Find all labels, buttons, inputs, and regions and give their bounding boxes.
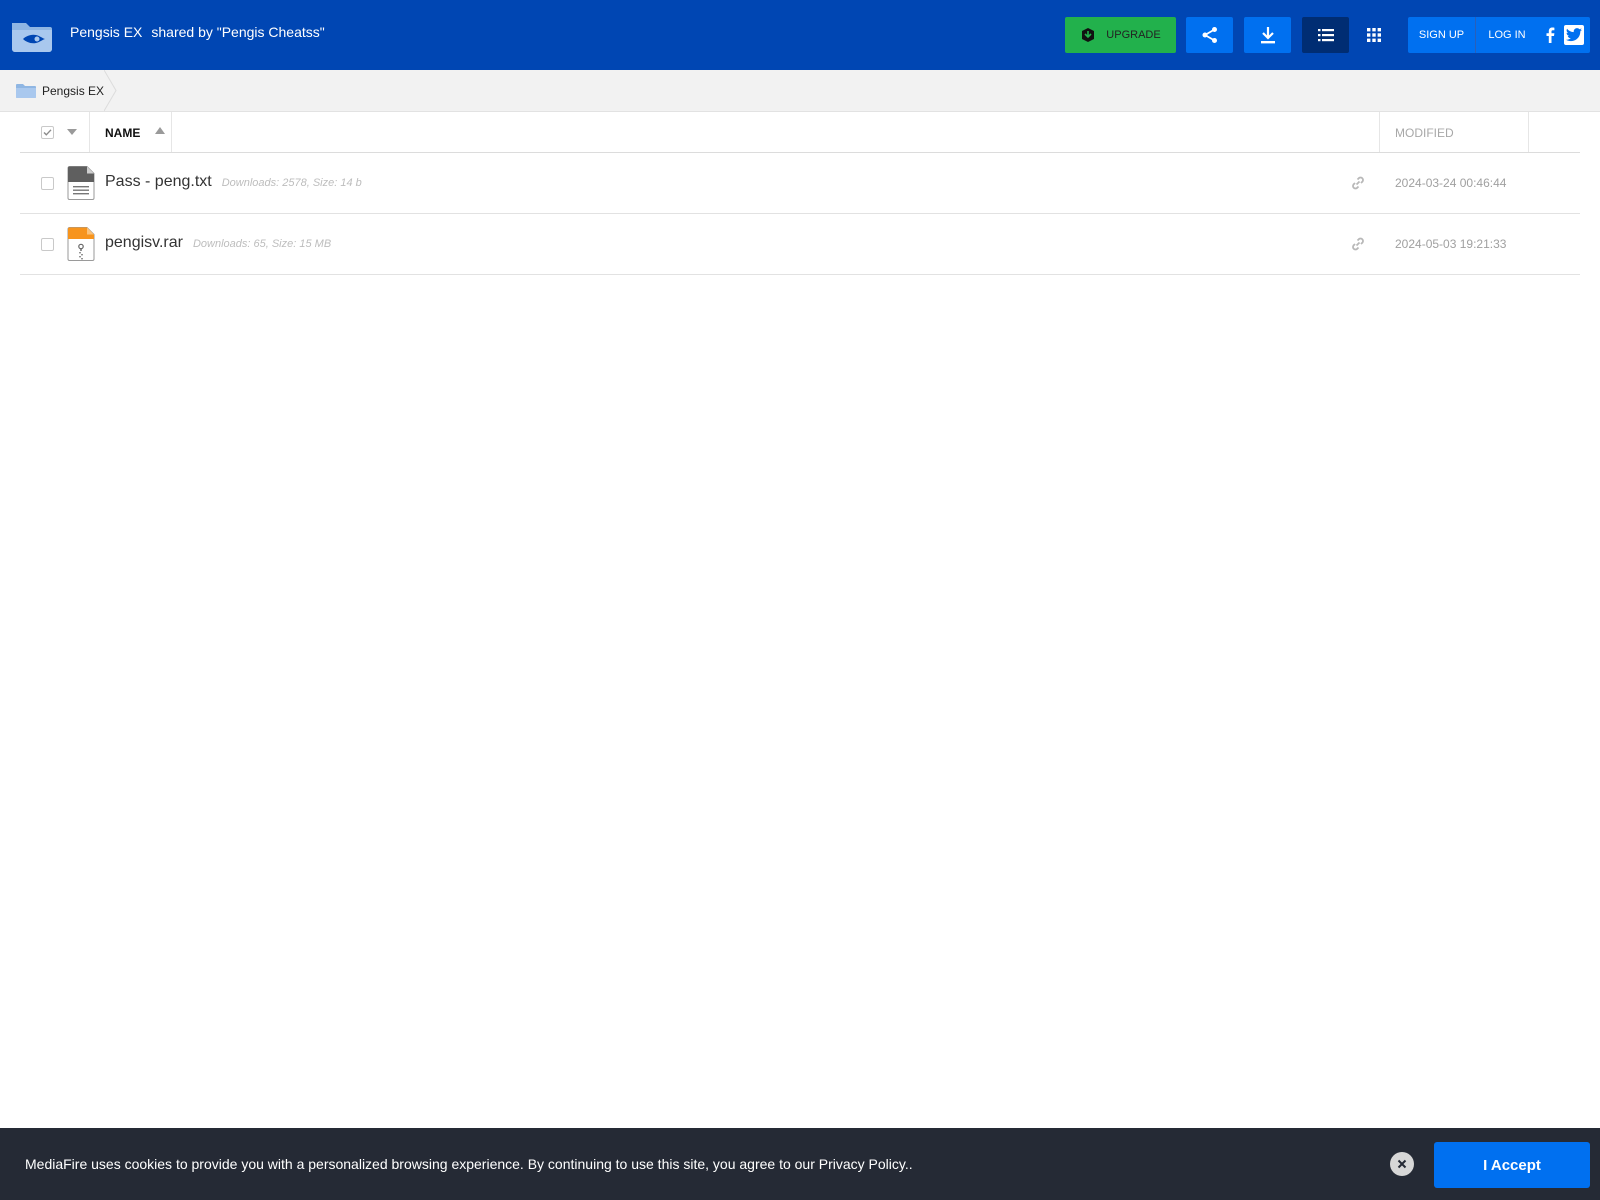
auth-group: SIGN UP LOG IN — [1408, 17, 1590, 53]
column-divider — [89, 112, 90, 152]
file-name-link[interactable]: pengisv.rar Downloads: 65, Size: 15 MB — [105, 234, 331, 252]
breadcrumb-separator — [104, 70, 117, 111]
file-name: Pass - peng.txt — [105, 173, 212, 190]
mediafire-logo[interactable] — [10, 17, 54, 53]
file-name: pengisv.rar — [105, 234, 183, 251]
close-cookie-button[interactable] — [1390, 1152, 1414, 1176]
download-button[interactable] — [1244, 17, 1291, 53]
breadcrumb-label: Pengsis EX — [42, 83, 105, 98]
upgrade-box-icon — [1082, 28, 1095, 42]
folder-title: Pengsis EX — [70, 24, 143, 40]
row-checkbox[interactable] — [41, 177, 54, 190]
page-title: Pengsis EX shared by "Pengis Cheatss" — [70, 24, 325, 40]
twitter-icon[interactable] — [1564, 25, 1584, 45]
column-divider — [171, 112, 172, 152]
top-bar: Pengsis EX shared by "Pengis Cheatss" UPG… — [0, 0, 1600, 70]
upgrade-button[interactable]: UPGRADE — [1065, 17, 1176, 53]
table-row[interactable]: pengisv.rar Downloads: 65, Size: 15 MB 20… — [20, 214, 1580, 275]
modified-date: 2024-03-24 00:46:44 — [1395, 176, 1507, 190]
text-file-icon — [67, 166, 95, 200]
file-meta: Downloads: 65, Size: 15 MB — [192, 238, 332, 250]
sign-up-button[interactable]: SIGN UP — [1408, 17, 1476, 53]
accept-cookies-button[interactable]: I Accept — [1434, 1142, 1590, 1188]
select-all-checkbox[interactable] — [41, 126, 54, 139]
file-meta: Downloads: 2578, Size: 14 b — [221, 177, 362, 189]
list-view-button[interactable] — [1302, 17, 1349, 53]
sort-ascending-icon[interactable] — [155, 127, 165, 134]
table-header: NAME MODIFIED — [20, 112, 1580, 153]
modified-date: 2024-05-03 19:21:33 — [1395, 237, 1507, 251]
check-icon — [43, 129, 52, 136]
cookie-message: MediaFire uses cookies to provide you wi… — [25, 1156, 913, 1172]
folder-icon — [16, 83, 36, 98]
file-name-link[interactable]: Pass - peng.txt Downloads: 2578, Size: 14… — [105, 173, 362, 191]
share-button[interactable] — [1186, 17, 1233, 53]
grid-view-button[interactable] — [1360, 17, 1388, 53]
upgrade-label: UPGRADE — [1106, 29, 1161, 41]
column-divider — [1379, 112, 1380, 152]
shared-by-label: shared by "Pengis Cheatss" — [151, 24, 325, 40]
social-login-group — [1540, 25, 1584, 45]
grid-view-icon — [1367, 28, 1381, 42]
archive-file-icon — [67, 227, 95, 261]
download-icon — [1260, 27, 1275, 44]
link-icon[interactable] — [1350, 236, 1366, 252]
file-list: NAME MODIFIED Pass - peng.txt Downloads: … — [20, 112, 1580, 275]
breadcrumb-item-root[interactable]: Pengsis EX — [0, 70, 110, 111]
column-header-name[interactable]: NAME — [105, 126, 140, 140]
close-icon — [1397, 1159, 1407, 1169]
share-icon — [1202, 27, 1217, 43]
link-icon[interactable] — [1350, 175, 1366, 191]
column-divider — [1528, 112, 1529, 152]
column-header-modified[interactable]: MODIFIED — [1395, 126, 1454, 140]
breadcrumb: Pengsis EX — [0, 70, 1600, 112]
cookie-banner: MediaFire uses cookies to provide you wi… — [0, 1128, 1600, 1200]
log-in-button[interactable]: LOG IN — [1476, 17, 1538, 53]
row-checkbox[interactable] — [41, 238, 54, 251]
selection-menu-dropdown[interactable] — [67, 129, 77, 135]
facebook-icon[interactable] — [1540, 25, 1560, 45]
table-row[interactable]: Pass - peng.txt Downloads: 2578, Size: 14… — [20, 153, 1580, 214]
list-view-icon — [1317, 29, 1334, 42]
